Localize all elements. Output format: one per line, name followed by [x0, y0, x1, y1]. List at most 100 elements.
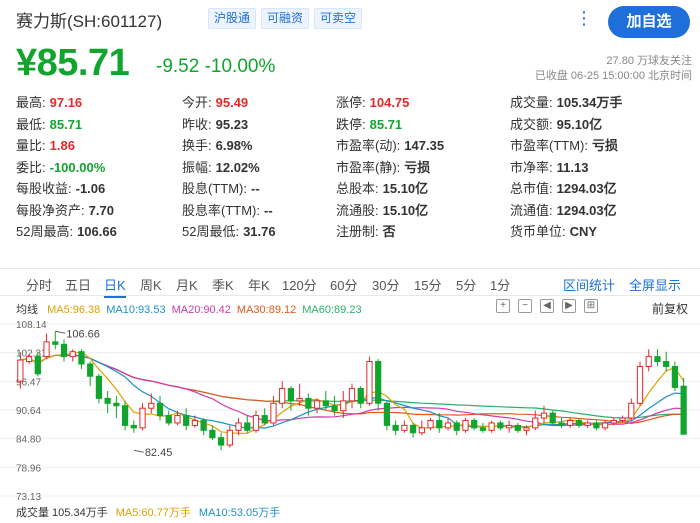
tab-period[interactable]: 年K: [248, 275, 270, 294]
stat-item: 市盈率(TTM): 亏损: [510, 137, 618, 155]
stat-label: 换手:: [182, 138, 212, 153]
stat-item: 市盈率(动): 147.35: [336, 137, 444, 155]
stat-value: 104.75: [369, 95, 410, 110]
tab-period[interactable]: 日K: [104, 275, 126, 298]
y-tick-label: 108.14: [16, 320, 47, 331]
candle-body: [401, 424, 408, 431]
add-to-watchlist-button[interactable]: 加自选: [608, 6, 690, 38]
tab-period[interactable]: 30分: [372, 275, 399, 294]
zoom-in-icon[interactable]: +: [496, 299, 510, 313]
candle-body: [471, 419, 478, 429]
candle-body: [497, 422, 504, 429]
candle-body: [217, 437, 225, 446]
fullscreen-link[interactable]: 全屏显示: [629, 275, 681, 294]
tab-period[interactable]: 120分: [282, 275, 317, 294]
candle-body: [305, 397, 312, 409]
candle-body: [619, 417, 626, 421]
annotation-pointer: [55, 330, 66, 334]
period-tabs: 区间统计 全屏显示 分时 五日 日K 周K 月K 季K 年K 120分 60分 30分 15分 5分 1…: [0, 268, 700, 298]
candle-body: [60, 343, 68, 358]
candle-body: [488, 422, 495, 431]
stat-value: 31.76: [243, 224, 276, 239]
candle-body: [340, 400, 347, 412]
candle-body: [69, 351, 76, 358]
candle-body: [671, 365, 679, 388]
price-row: ¥85.71 -9.52 -10.00%: [16, 42, 416, 84]
pan-right-icon[interactable]: ▶: [562, 299, 576, 313]
stat-item: 股息(TTM): --: [182, 180, 260, 198]
candle-body: [279, 388, 286, 404]
zoom-out-icon[interactable]: −: [518, 299, 532, 313]
stat-item: 昨收: 95.23: [182, 116, 248, 134]
stat-label: 总市值:: [510, 181, 553, 196]
candle-body: [366, 361, 373, 404]
tab-period[interactable]: 1分: [490, 275, 510, 294]
ma-value: MA10:93.53: [106, 304, 166, 316]
tag-hugutong[interactable]: 沪股通: [208, 8, 257, 29]
stat-item: 市净率: 11.13: [510, 159, 588, 177]
candle-body: [191, 419, 199, 426]
stat-item: 每股净资产: 7.70: [16, 202, 114, 220]
kline-chart[interactable]: 108.14102.3196.4790.6484.8078.9673.13106…: [0, 316, 700, 502]
adjust-mode-select[interactable]: 前复权: [652, 300, 688, 317]
candle-body: [95, 375, 103, 399]
stat-value: CNY: [569, 224, 598, 239]
candle-body: [444, 422, 452, 429]
candle-body: [505, 424, 513, 429]
stat-value: 1.86: [49, 138, 75, 153]
stock-header: 赛力斯(SH:601127) 沪股通 可融资 可卖空 ⋮ 加自选: [16, 6, 690, 38]
candle-body: [645, 356, 652, 367]
stat-label: 股息(TTM):: [182, 181, 247, 196]
candle-body: [235, 422, 242, 431]
volume-legend-item: 成交量 105.34万手: [16, 507, 108, 519]
stat-label: 成交额:: [510, 116, 553, 132]
tab-period[interactable]: 周K: [140, 275, 162, 294]
stat-label: 52周最低:: [182, 224, 240, 239]
candle-body: [409, 424, 417, 434]
stat-value: --: [263, 202, 273, 218]
stat-label: 最低:: [16, 116, 46, 132]
candle-body: [479, 427, 487, 431]
stat-label: 市盈率(动):: [336, 138, 401, 153]
pan-left-icon[interactable]: ◀: [540, 299, 554, 313]
stat-item: 52周最高: 106.66: [16, 223, 117, 241]
candle-body: [663, 361, 670, 367]
stat-value: 1294.03亿: [556, 202, 617, 218]
stat-item: 流通值: 1294.03亿: [510, 202, 617, 220]
candle-body: [392, 424, 399, 431]
ma-legend: 均线 MA5:96.38 MA10:93.53 MA20:90.42 MA30:89.…: [16, 301, 368, 317]
more-options-icon[interactable]: ⋮: [575, 9, 594, 27]
stat-value: --: [250, 181, 260, 196]
settings-grid-icon[interactable]: ⊞: [584, 299, 598, 313]
ma-title: 均线: [16, 304, 38, 316]
stat-item: 总股本: 15.10亿: [336, 180, 428, 198]
stat-value: 亏损: [404, 159, 431, 175]
tag-short-selling[interactable]: 可卖空: [314, 8, 363, 29]
tab-period[interactable]: 15分: [414, 275, 441, 294]
candle-body: [628, 402, 635, 419]
candle-body: [43, 341, 50, 358]
y-tick-label: 90.64: [16, 406, 41, 417]
candle-body: [25, 356, 33, 363]
candle-body: [174, 415, 181, 424]
tab-period[interactable]: 季K: [212, 275, 234, 294]
range-stats-link[interactable]: 区间统计: [563, 275, 615, 294]
candle-body: [418, 427, 425, 434]
candle-body: [348, 388, 356, 402]
stat-item: 总市值: 1294.03亿: [510, 180, 617, 198]
ma-value: MA20:90.42: [171, 304, 231, 316]
stat-value: 85.71: [49, 116, 83, 132]
candle-body: [270, 402, 277, 424]
tab-period[interactable]: 五日: [65, 275, 91, 294]
y-tick-label: 73.13: [16, 492, 41, 502]
stat-label: 涨停:: [336, 95, 366, 110]
candle-body: [540, 412, 548, 419]
tab-period[interactable]: 月K: [176, 275, 198, 294]
tag-margin-trading[interactable]: 可融资: [261, 8, 310, 29]
tab-period[interactable]: 分时: [26, 275, 52, 294]
stat-value: 11.13: [556, 159, 589, 175]
tab-period[interactable]: 5分: [456, 275, 476, 294]
tab-period[interactable]: 60分: [330, 275, 357, 294]
candle-body: [383, 402, 391, 426]
stat-label: 股息率(TTM):: [182, 202, 260, 218]
